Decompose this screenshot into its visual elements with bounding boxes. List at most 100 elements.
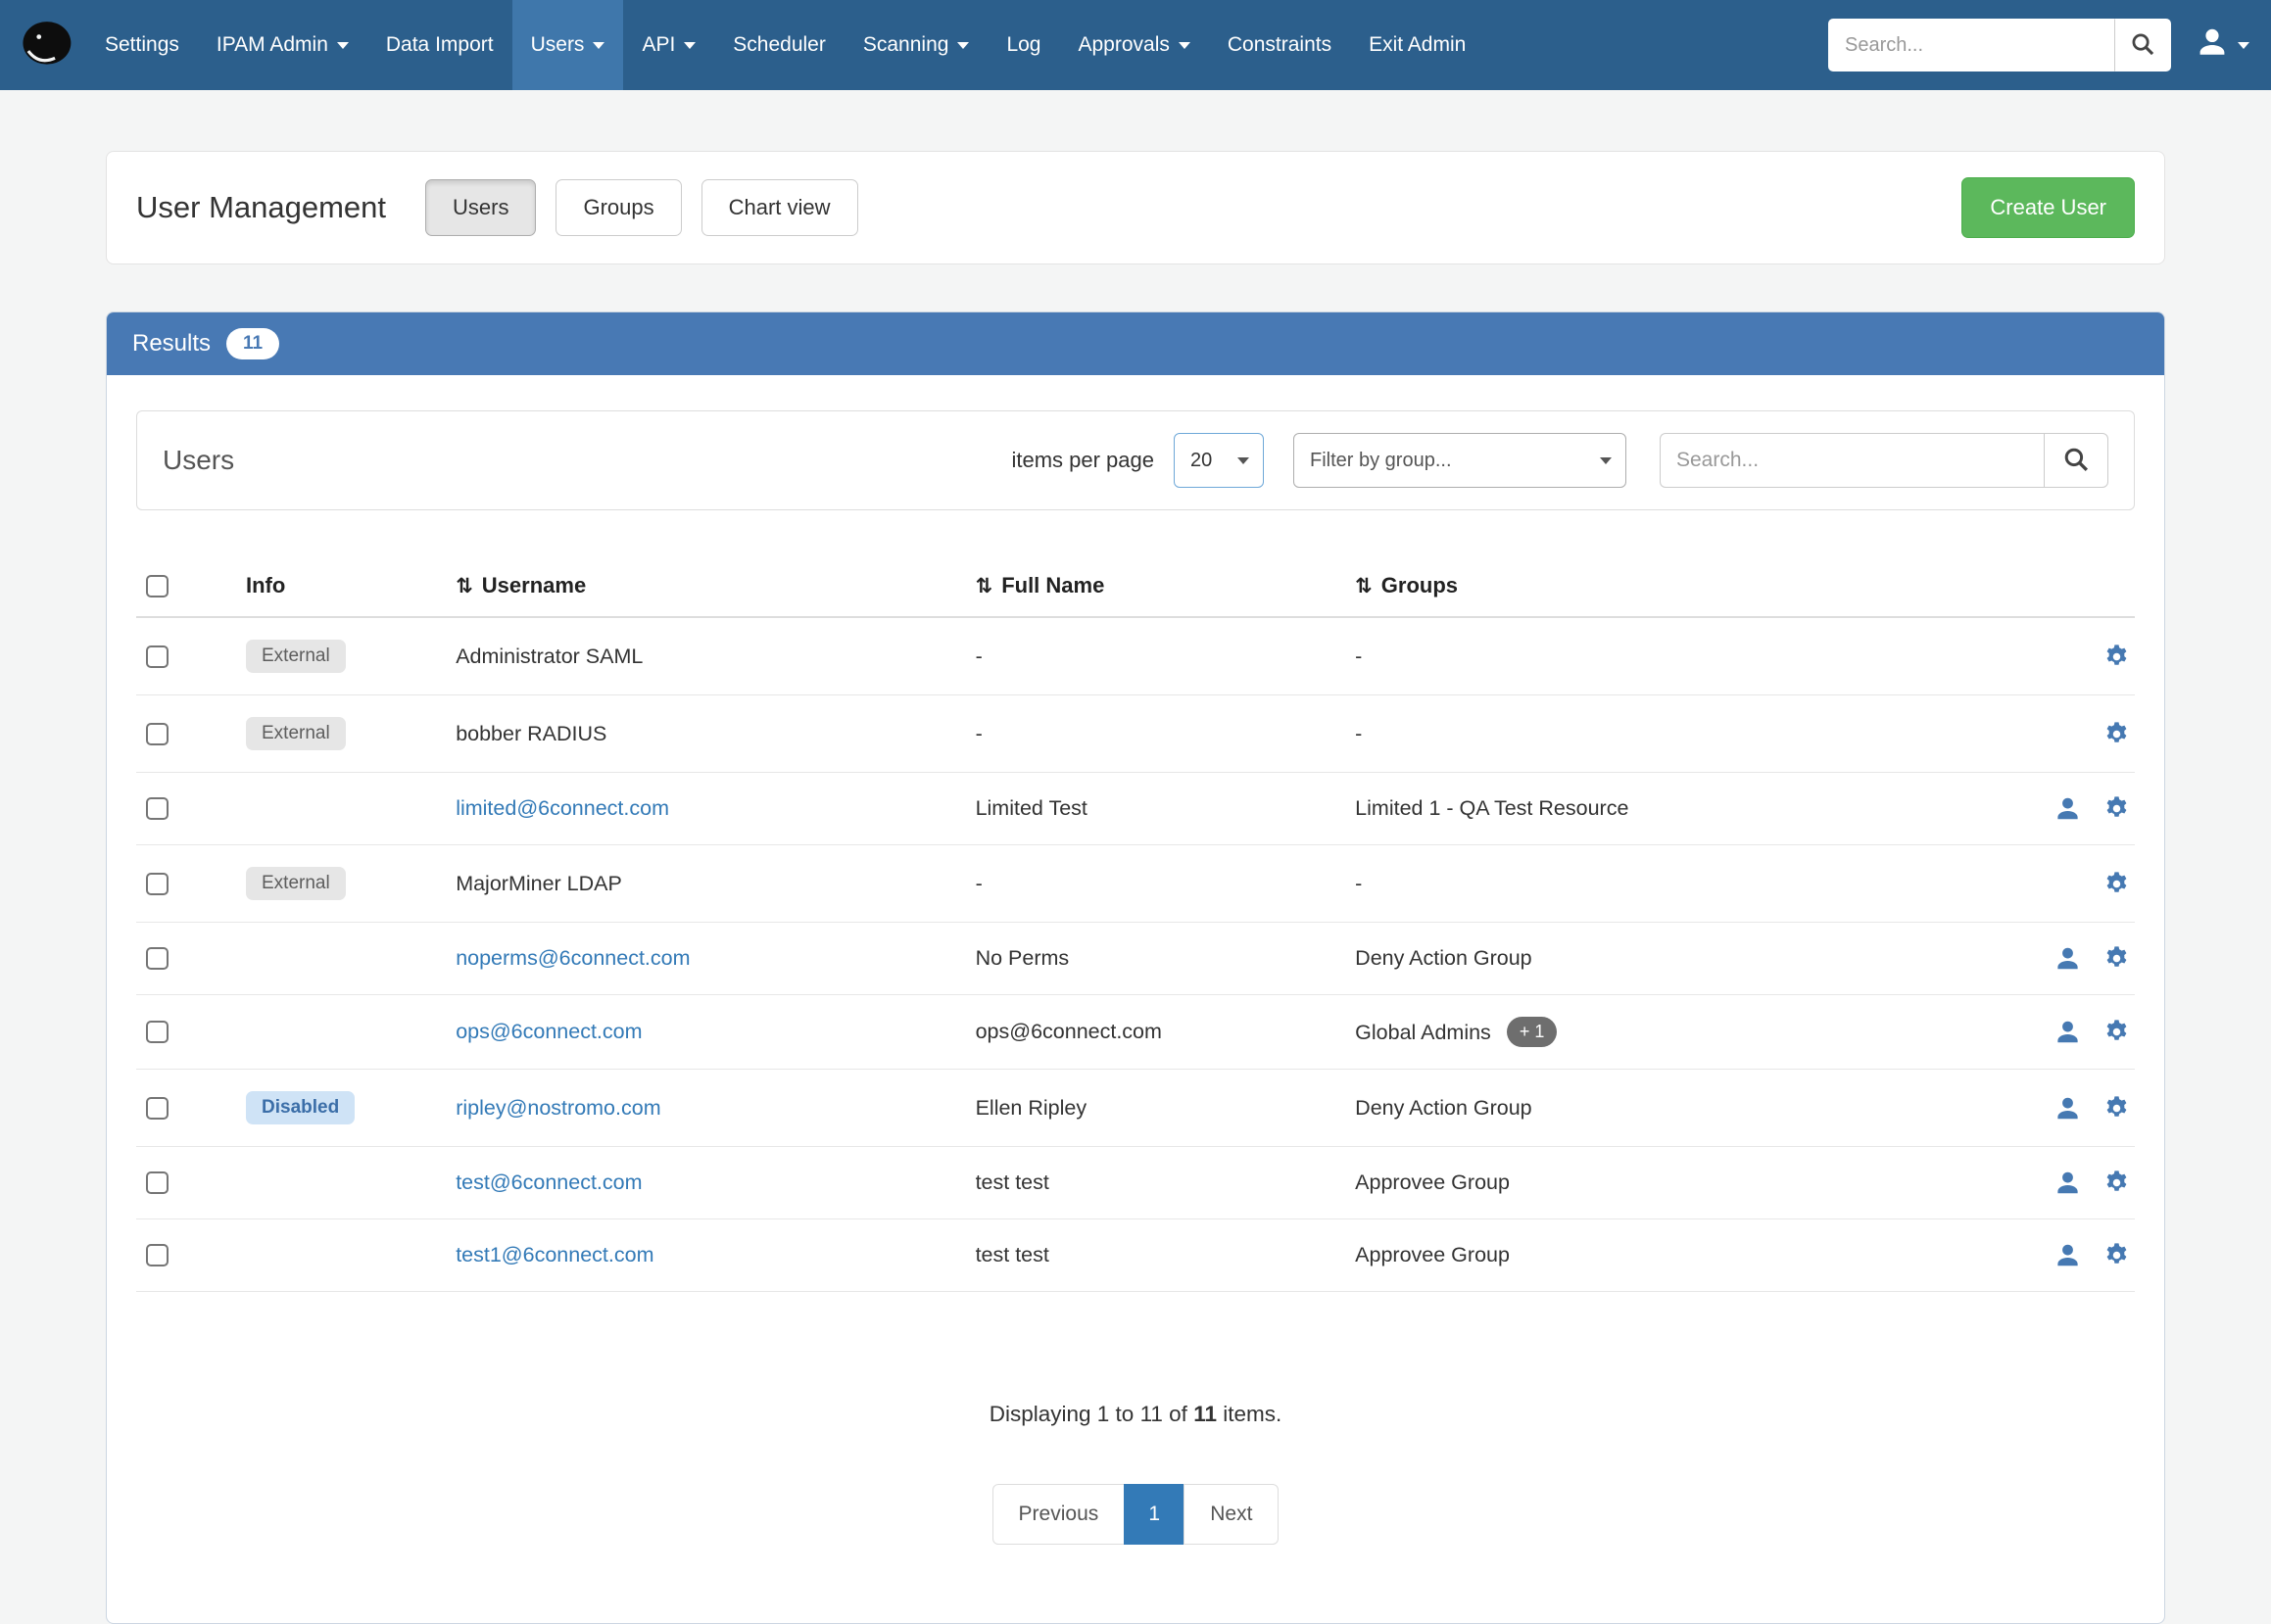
groups-cell: Global Admins bbox=[1355, 1021, 1491, 1044]
gear-icon[interactable] bbox=[2102, 870, 2131, 898]
full-name-cell: - bbox=[966, 695, 1346, 773]
table-row: test1@6connect.comtest testApprovee Grou… bbox=[136, 1219, 2135, 1292]
results-title: Results bbox=[132, 330, 211, 358]
navbar-search-button[interactable] bbox=[2114, 19, 2171, 72]
status-badge: External bbox=[246, 717, 346, 750]
user-profile-icon[interactable] bbox=[2054, 1242, 2081, 1268]
row-checkbox[interactable] bbox=[146, 873, 169, 895]
sort-icon: ⇅ bbox=[1355, 574, 1373, 597]
full-name-cell: - bbox=[966, 845, 1346, 923]
gear-icon[interactable] bbox=[2102, 720, 2131, 748]
items-per-page-select[interactable]: 20 bbox=[1174, 433, 1264, 488]
groups-cell: - bbox=[1355, 722, 1362, 745]
table-row: ops@6connect.com ops@6connect.com Global A… bbox=[136, 995, 2135, 1070]
user-profile-icon[interactable] bbox=[2054, 795, 2081, 822]
user-account-menu[interactable] bbox=[2197, 26, 2249, 64]
nav-item-api[interactable]: API bbox=[623, 0, 714, 90]
column-header-full-name[interactable]: ⇅Full Name bbox=[966, 555, 1346, 617]
username-text: bobber RADIUS bbox=[456, 722, 606, 745]
nav-item-label: Users bbox=[531, 33, 585, 57]
nav-item-label: IPAM Admin bbox=[217, 33, 328, 57]
table-row: test@6connect.comtest testApprovee Group bbox=[136, 1147, 2135, 1219]
table-row: Disabledripley@nostromo.comEllen RipleyD… bbox=[136, 1070, 2135, 1147]
chevron-down-icon bbox=[684, 42, 696, 49]
mammoth-logo-icon bbox=[18, 14, 74, 76]
user-profile-icon[interactable] bbox=[2054, 1019, 2081, 1045]
page-header-panel: User Management UsersGroupsChart view Cr… bbox=[106, 151, 2165, 264]
nav-item-settings[interactable]: Settings bbox=[86, 0, 198, 90]
nav-item-scanning[interactable]: Scanning bbox=[845, 0, 989, 90]
table-search-button[interactable] bbox=[2044, 433, 2108, 488]
toolbar-title: Users bbox=[163, 445, 234, 476]
nav-item-exit-admin[interactable]: Exit Admin bbox=[1350, 0, 1484, 90]
tab-users[interactable]: Users bbox=[425, 179, 536, 236]
pagination-1[interactable]: 1 bbox=[1124, 1484, 1184, 1545]
username-link[interactable]: ripley@nostromo.com bbox=[456, 1096, 660, 1120]
table-row: noperms@6connect.comNo PermsDeny Action … bbox=[136, 923, 2135, 995]
search-icon bbox=[2130, 31, 2155, 60]
nav-item-approvals[interactable]: Approvals bbox=[1059, 0, 1208, 90]
nav-item-label: Exit Admin bbox=[1369, 33, 1466, 57]
table-search-input[interactable] bbox=[1660, 433, 2044, 488]
nav-item-constraints[interactable]: Constraints bbox=[1209, 0, 1350, 90]
user-profile-icon[interactable] bbox=[2054, 1095, 2081, 1122]
username-link[interactable]: test@6connect.com bbox=[456, 1170, 642, 1194]
column-header-groups[interactable]: ⇅Groups bbox=[1345, 555, 1964, 617]
nav-item-label: Scheduler bbox=[733, 33, 826, 57]
nav-item-ipam-admin[interactable]: IPAM Admin bbox=[198, 0, 367, 90]
user-profile-icon[interactable] bbox=[2054, 945, 2081, 972]
full-name-cell: Limited Test bbox=[966, 773, 1346, 845]
table-row: ExternalAdministrator SAML-- bbox=[136, 617, 2135, 695]
gear-icon[interactable] bbox=[2102, 944, 2131, 973]
filter-by-group-select[interactable]: Filter by group... bbox=[1293, 433, 1626, 488]
row-checkbox[interactable] bbox=[146, 797, 169, 820]
groups-cell: - bbox=[1355, 872, 1362, 895]
nav-item-users[interactable]: Users bbox=[512, 0, 624, 90]
gear-icon[interactable] bbox=[2102, 1169, 2131, 1197]
items-per-page-value: 20 bbox=[1190, 450, 1212, 472]
chevron-down-icon bbox=[1179, 42, 1190, 49]
navbar-search-input[interactable] bbox=[1828, 19, 2114, 72]
gear-icon[interactable] bbox=[2102, 794, 2131, 823]
username-link[interactable]: limited@6connect.com bbox=[456, 796, 669, 820]
gear-icon[interactable] bbox=[2102, 1018, 2131, 1046]
row-checkbox[interactable] bbox=[146, 947, 169, 970]
column-header-username[interactable]: ⇅Username bbox=[446, 555, 965, 617]
chevron-down-icon bbox=[957, 42, 969, 49]
username-link[interactable]: test1@6connect.com bbox=[456, 1243, 653, 1266]
pagination-next[interactable]: Next bbox=[1184, 1484, 1279, 1545]
gear-icon[interactable] bbox=[2102, 1241, 2131, 1269]
gear-icon[interactable] bbox=[2102, 1094, 2131, 1122]
tab-groups[interactable]: Groups bbox=[556, 179, 681, 236]
nav-menu: Settings IPAM Admin Data Import Users API Sch… bbox=[86, 0, 1484, 90]
row-checkbox[interactable] bbox=[146, 723, 169, 745]
username-link[interactable]: ops@6connect.com bbox=[456, 1020, 642, 1043]
full-name-cell: ops@6connect.com bbox=[966, 995, 1346, 1070]
gear-icon[interactable] bbox=[2102, 643, 2131, 671]
select-all-checkbox[interactable] bbox=[146, 575, 169, 597]
nav-item-label: Log bbox=[1006, 33, 1040, 57]
username-link[interactable]: noperms@6connect.com bbox=[456, 946, 690, 970]
create-user-button[interactable]: Create User bbox=[1961, 177, 2135, 238]
user-profile-icon[interactable] bbox=[2054, 1170, 2081, 1196]
app-logo[interactable] bbox=[14, 0, 86, 90]
row-checkbox[interactable] bbox=[146, 1097, 169, 1120]
status-badge: External bbox=[246, 867, 346, 900]
groups-cell: Deny Action Group bbox=[1355, 1096, 1531, 1120]
pagination-previous[interactable]: Previous bbox=[992, 1484, 1126, 1545]
nav-item-scheduler[interactable]: Scheduler bbox=[714, 0, 845, 90]
username-text: Administrator SAML bbox=[456, 645, 643, 668]
row-checkbox[interactable] bbox=[146, 645, 169, 668]
row-checkbox[interactable] bbox=[146, 1244, 169, 1266]
row-checkbox[interactable] bbox=[146, 1021, 169, 1043]
full-name-cell: - bbox=[966, 617, 1346, 695]
groups-cell: Deny Action Group bbox=[1355, 946, 1531, 970]
row-checkbox[interactable] bbox=[146, 1171, 169, 1194]
view-tabs: Users Groups Chart view bbox=[425, 179, 858, 236]
column-header-label: Info bbox=[246, 573, 285, 597]
nav-item-label: Data Import bbox=[386, 33, 494, 57]
nav-item-data-import[interactable]: Data Import bbox=[367, 0, 512, 90]
full-name-cell: Ellen Ripley bbox=[966, 1070, 1346, 1147]
nav-item-log[interactable]: Log bbox=[988, 0, 1059, 90]
tab-chart-view[interactable]: Chart view bbox=[701, 179, 858, 236]
